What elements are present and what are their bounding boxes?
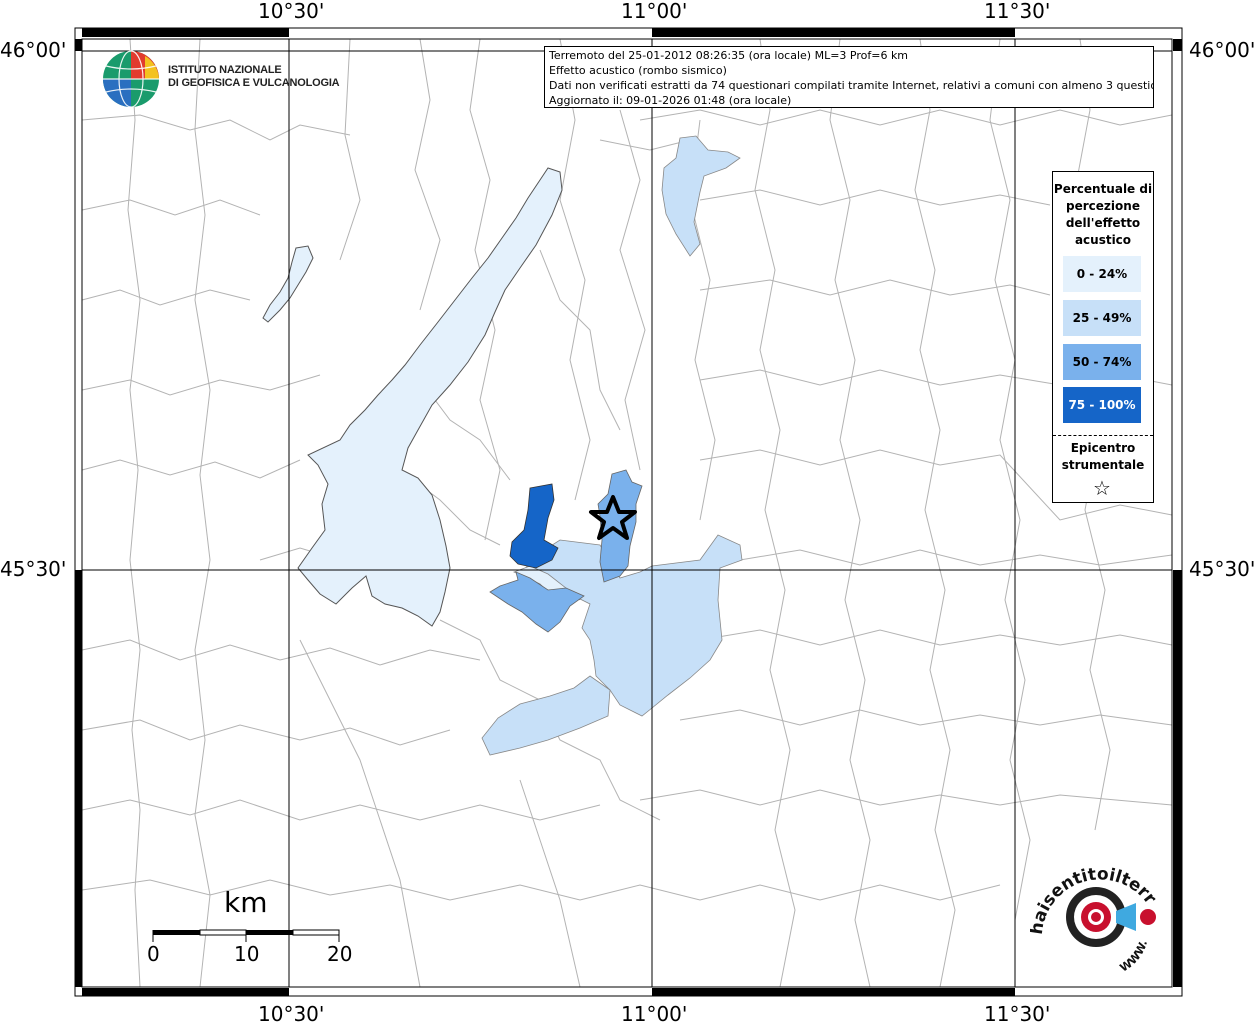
legend-swatch-25-49: 25 - 49% [1063,300,1141,336]
legend-label-50-74: 50 - 74% [1072,355,1132,369]
lat-label-left-4600: 46°00' [0,38,67,62]
event-info-line-1: Terremoto del 25-01-2012 08:26:35 (ora l… [549,49,909,62]
haisentitoilterremoto-logo-icon: haisentitoilterremoto.it WWW. [1030,865,1160,975]
legend-label-25-49: 25 - 49% [1072,311,1132,325]
event-info-line-2: Effetto acustico (rombo sismico) [549,64,727,77]
lon-label-top-1030: 10°30' [258,0,325,23]
ingv-name-line-2: DI GEOFISICA E VULCANOLOGIA [168,77,340,89]
scale-label-0: 0 [147,942,160,966]
legend-swatch-75-100: 75 - 100% [1063,387,1141,423]
scale-title: km [224,886,268,919]
legend-label-75-100: 75 - 100% [1068,398,1136,412]
svg-text:WWW.: WWW. [1118,939,1151,975]
event-info-line-3: Dati non verificati estratti da 74 quest… [549,79,1154,92]
legend-swatch-50-74: 50 - 74% [1063,344,1141,380]
legend-separator [1053,435,1153,436]
lat-label-left-4530: 45°30' [0,557,67,581]
lon-label-top-1130: 11°30' [984,0,1051,23]
lat-label-right-4530: 45°30' [1189,557,1255,581]
legend-swatch-0-24: 0 - 24% [1063,256,1141,292]
lat-label-right-4600: 46°00' [1189,38,1255,62]
lon-label-bottom-1100: 11°00' [621,1002,688,1026]
ingv-name-line-1: ISTITUTO NAZIONALE [168,64,282,76]
scale-label-10: 10 [234,942,260,966]
lon-label-bottom-1130: 11°30' [984,1002,1051,1026]
logo-www: WWW. [1118,939,1151,975]
scale-label-20: 20 [327,942,353,966]
legend: Percentuale di percezione dell'effetto a… [1052,171,1154,503]
lon-label-bottom-1030: 10°30' [258,1002,325,1026]
legend-epicenter-title: Epicentro strumentale [1061,441,1145,472]
ingv-name: ISTITUTO NAZIONALE DI GEOFISICA E VULCAN… [168,64,340,90]
legend-star-icon: ☆ [1093,476,1111,500]
legend-label-0-24: 0 - 24% [1076,267,1128,281]
lon-label-top-1100: 11°00' [621,0,688,23]
event-info-box: Terremoto del 25-01-2012 08:26:35 (ora l… [544,46,1154,108]
legend-title: Percentuale di percezione dell'effetto a… [1053,182,1153,247]
ingv-logo-icon [103,50,159,108]
event-info-line-4: Aggiornato il: 09-01-2026 01:48 (ora loc… [549,94,792,107]
